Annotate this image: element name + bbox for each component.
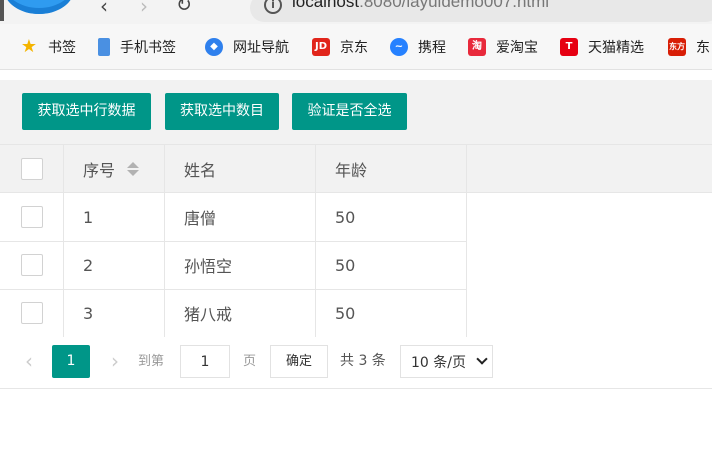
bookmark-label: 东 [696, 40, 710, 56]
next-page-button[interactable]: › [104, 345, 126, 378]
cell-name: 孙悟空 [165, 241, 316, 289]
table-toolbar: 获取选中行数据 获取选中数目 验证是否全选 [0, 80, 712, 144]
pagination: ‹ 1 › 到第 页 确定 共 3 条 10 条/页 [0, 336, 712, 386]
bookmark-label: 天猫精选 [588, 40, 644, 56]
url-text[interactable]: localhost:8080/layuidemo007.html [292, 0, 549, 12]
header-id-label: 序号 [83, 160, 116, 180]
total-count: 共 3 条 [340, 353, 386, 369]
select-all-checkbox[interactable] [20, 157, 43, 180]
cell-id: 2 [64, 241, 165, 289]
row-checkbox-cell [0, 241, 64, 289]
check-all-selected-button[interactable]: 验证是否全选 [292, 93, 407, 130]
url-host: localhost [292, 0, 360, 11]
back-icon[interactable]: ‹ [100, 0, 108, 18]
page-unit-label: 页 [243, 354, 257, 369]
page-size-select[interactable]: 10 条/页 [400, 345, 493, 378]
bookmark-mobile[interactable]: 手机书签 [98, 37, 176, 57]
bookmark-tmall[interactable]: T 天猫精选 [560, 37, 644, 57]
cell-id: 3 [64, 289, 165, 337]
bookmark-label: 网址导航 [233, 40, 289, 56]
browser-logo-icon [4, 0, 74, 14]
header-age-label: 年龄 [335, 160, 368, 180]
row-checkbox-cell [0, 193, 64, 241]
bookmark-shuqian[interactable]: ★ 书签 [20, 37, 76, 57]
page-content: 获取选中行数据 获取选中数目 验证是否全选 序号 姓名 年龄 1 唐僧 50 2… [0, 80, 712, 455]
header-id[interactable]: 序号 [64, 145, 165, 192]
header-name-label: 姓名 [184, 160, 217, 180]
row-checkbox[interactable] [20, 254, 43, 276]
cell-name: 猪八戒 [165, 289, 316, 337]
page-number-input[interactable] [180, 345, 230, 378]
cell-age: 50 [316, 289, 467, 337]
header-age: 年龄 [316, 145, 467, 192]
compass-icon: ◆ [205, 38, 223, 56]
browser-titlebar: ‹ › ↻ i localhost:8080/layuidemo007.html [0, 0, 712, 24]
sort-icon[interactable] [127, 161, 140, 177]
bookmark-label: 携程 [418, 40, 446, 56]
home-icon[interactable] [0, 0, 4, 21]
table-row[interactable]: 3 猪八戒 50 [0, 289, 467, 337]
current-page-button[interactable]: 1 [52, 345, 90, 378]
row-checkbox-cell [0, 289, 64, 337]
bookmark-label: 京东 [340, 40, 368, 56]
bookmark-dongfang[interactable]: 东方 东 [668, 37, 710, 57]
bookmark-label: 手机书签 [120, 40, 176, 56]
phone-icon [98, 38, 110, 56]
forward-icon[interactable]: › [140, 0, 148, 18]
jd-icon: JD [312, 38, 330, 56]
bookmark-navigation[interactable]: ◆ 网址导航 [205, 37, 289, 57]
skip-to-label: 到第 [138, 354, 165, 369]
cell-id: 1 [64, 193, 165, 241]
url-path: :8080/layuidemo007.html [359, 0, 550, 11]
row-checkbox[interactable] [20, 206, 43, 228]
bookmark-label: 书签 [48, 40, 76, 56]
confirm-page-button[interactable]: 确定 [270, 345, 328, 378]
ctrip-icon: ~ [390, 38, 408, 56]
bookmark-taobao[interactable]: 淘 爱淘宝 [468, 37, 538, 57]
bookmark-ctrip[interactable]: ~ 携程 [390, 37, 446, 57]
reload-icon[interactable]: ↻ [176, 0, 192, 16]
taobao-icon: 淘 [468, 38, 486, 56]
bookmark-label: 爱淘宝 [496, 40, 538, 56]
cell-age: 50 [316, 241, 467, 289]
bookmark-jd[interactable]: JD 京东 [312, 37, 368, 57]
header-checkbox-cell [0, 145, 64, 192]
row-checkbox[interactable] [20, 302, 43, 324]
table-header: 序号 姓名 年龄 [0, 145, 712, 193]
tmall-icon: T [560, 38, 578, 56]
table-row[interactable]: 1 唐僧 50 [0, 193, 467, 242]
header-name: 姓名 [165, 145, 316, 192]
star-icon: ★ [20, 36, 38, 57]
prev-page-button[interactable]: ‹ [18, 345, 40, 378]
get-selected-count-button[interactable]: 获取选中数目 [165, 93, 279, 130]
bookmarks-bar: ★ 书签 手机书签 ◆ 网址导航 JD 京东 ~ 携程 淘 爱淘宝 T 天猫精选… [0, 24, 712, 70]
table-row[interactable]: 2 孙悟空 50 [0, 241, 467, 290]
dongfang-icon: 东方 [668, 38, 686, 56]
cell-age: 50 [316, 193, 467, 241]
chevron-down-icon [476, 353, 488, 365]
cell-name: 唐僧 [165, 193, 316, 241]
get-selected-rows-button[interactable]: 获取选中行数据 [22, 93, 151, 130]
page-size-value: 10 条/页 [411, 354, 466, 371]
